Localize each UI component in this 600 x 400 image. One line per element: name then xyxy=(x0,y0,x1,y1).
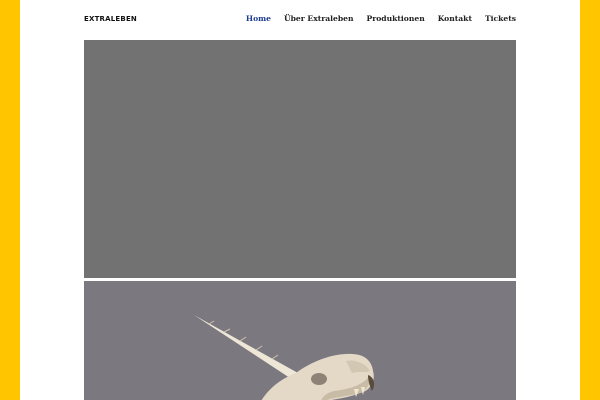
nav-item-produktionen[interactable]: Produktionen xyxy=(367,14,425,23)
hero-image-placeholder xyxy=(84,40,516,278)
page-container: EXTRALEBEN Home Über Extraleben Produkti… xyxy=(20,0,580,400)
nav-item-home[interactable]: Home xyxy=(246,14,271,23)
nav-item-ueber-extraleben[interactable]: Über Extraleben xyxy=(284,14,354,23)
site-logo[interactable]: EXTRALEBEN xyxy=(84,15,137,23)
nav-item-kontakt[interactable]: Kontakt xyxy=(438,14,472,23)
nav-item-tickets[interactable]: Tickets xyxy=(485,14,516,23)
unicorn-skull-illustration xyxy=(194,315,375,400)
main-navigation: Home Über Extraleben Produktionen Kontak… xyxy=(246,14,516,23)
unicorn-skull-image xyxy=(84,281,516,400)
site-header: EXTRALEBEN Home Über Extraleben Produkti… xyxy=(84,0,516,40)
